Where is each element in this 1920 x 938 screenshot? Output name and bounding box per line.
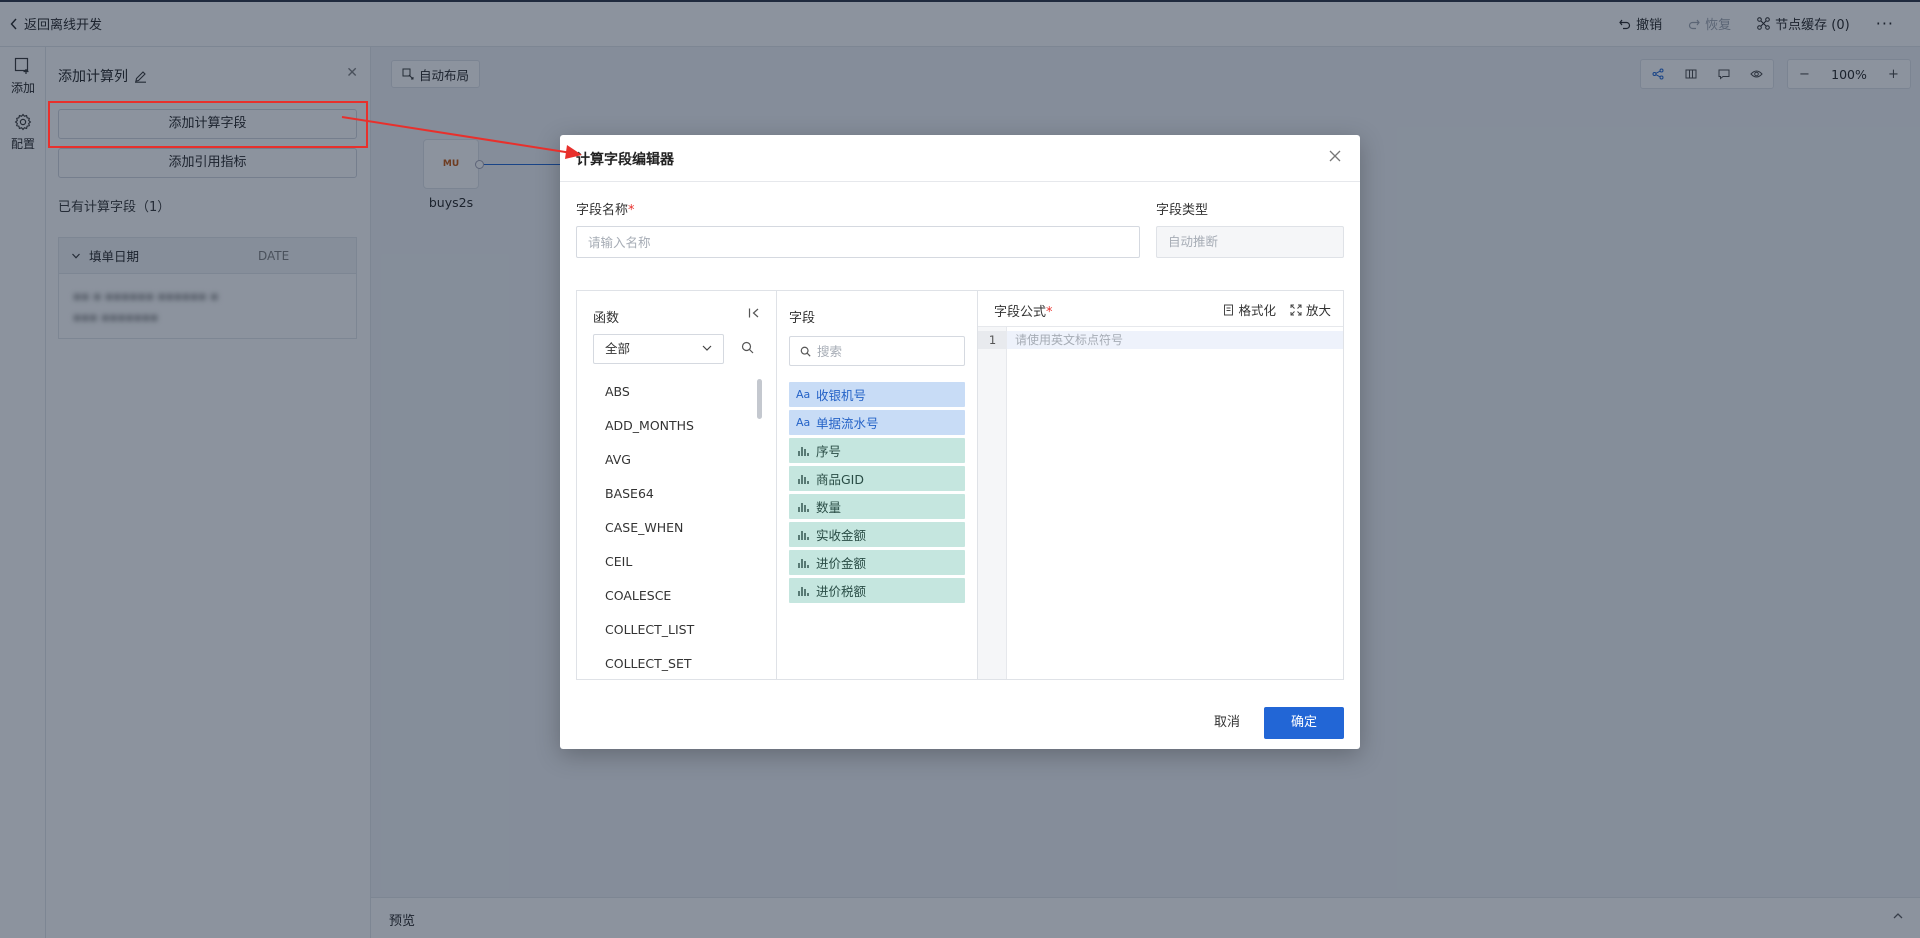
field-chip-label: 实收金额 bbox=[816, 528, 867, 543]
field-name-label: 字段名称* bbox=[576, 199, 635, 218]
text-type-icon: Aa bbox=[796, 388, 811, 401]
format-button[interactable]: 格式化 bbox=[1223, 300, 1276, 319]
field-name-label-text: 字段名称 bbox=[576, 203, 629, 218]
bar-chart-icon bbox=[798, 446, 809, 456]
field-chip-label: 收银机号 bbox=[816, 388, 867, 403]
functions-title: 函数 bbox=[593, 311, 620, 326]
calc-field-editor-dialog: 计算字段编辑器 字段名称* 字段类型 自动推断 函数 全部 ABS ADD_MO… bbox=[560, 135, 1360, 749]
field-chip[interactable]: Aa 单据流水号 bbox=[789, 410, 965, 435]
field-type-label: 字段类型 bbox=[1156, 203, 1209, 218]
bar-chart-icon bbox=[798, 586, 809, 596]
dialog-header: 计算字段编辑器 bbox=[560, 135, 1360, 182]
function-item[interactable]: BASE64 bbox=[593, 477, 753, 511]
formula-column: 字段公式* 格式化 放大 1 请使用英文标点符号 bbox=[978, 291, 1343, 679]
expand-icon bbox=[1290, 304, 1302, 315]
field-search[interactable] bbox=[789, 336, 965, 366]
function-item[interactable]: COLLECT_SET bbox=[593, 647, 753, 677]
ok-button[interactable]: 确定 bbox=[1264, 707, 1344, 739]
bar-chart-icon bbox=[798, 558, 809, 568]
fields-title: 字段 bbox=[789, 311, 816, 326]
close-icon[interactable] bbox=[1328, 149, 1342, 163]
field-chip[interactable]: 实收金额 bbox=[789, 522, 965, 547]
function-item[interactable]: AVG bbox=[593, 443, 753, 477]
field-chip-label: 数量 bbox=[816, 500, 842, 515]
chevron-down-icon bbox=[702, 345, 712, 351]
function-list: ABS ADD_MONTHS AVG BASE64 CASE_WHEN CEIL… bbox=[593, 375, 753, 677]
field-chip[interactable]: 进价金额 bbox=[789, 550, 965, 575]
collapse-left-icon[interactable] bbox=[748, 307, 760, 319]
formula-editor-placeholder[interactable]: 请使用英文标点符号 bbox=[1015, 331, 1123, 349]
field-chip[interactable]: 序号 bbox=[789, 438, 965, 463]
function-item[interactable]: CASE_WHEN bbox=[593, 511, 753, 545]
format-label: 格式化 bbox=[1238, 303, 1276, 318]
editor-gutter bbox=[978, 327, 1007, 679]
formula-title: 字段公式* bbox=[994, 301, 1053, 320]
function-item[interactable]: ADD_MONTHS bbox=[593, 409, 753, 443]
function-category-select[interactable]: 全部 bbox=[593, 334, 724, 364]
formula-title-text: 字段公式 bbox=[994, 305, 1047, 320]
field-chip-label: 序号 bbox=[816, 444, 842, 459]
field-chip[interactable]: 进价税额 bbox=[789, 578, 965, 603]
required-mark: * bbox=[628, 203, 635, 218]
field-list: Aa 收银机号 Aa 单据流水号 序号 商品GID 数量 实收金额 进价金额 进价税… bbox=[789, 382, 965, 606]
formula-tools: 格式化 放大 bbox=[1223, 300, 1331, 319]
expand-label: 放大 bbox=[1305, 303, 1331, 318]
editor-box: 函数 全部 ABS ADD_MONTHS AVG BASE64 CASE_WHE… bbox=[576, 290, 1344, 680]
field-chip[interactable]: 商品GID bbox=[789, 466, 965, 491]
required-mark: * bbox=[1046, 305, 1053, 320]
function-item[interactable]: COLLECT_LIST bbox=[593, 613, 753, 647]
function-item[interactable]: COALESCE bbox=[593, 579, 753, 613]
cancel-button[interactable]: 取消 bbox=[1195, 707, 1259, 739]
field-chip-label: 商品GID bbox=[816, 472, 864, 487]
expand-button[interactable]: 放大 bbox=[1290, 300, 1331, 319]
field-chip-label: 进价金额 bbox=[816, 556, 867, 571]
function-item[interactable]: CEIL bbox=[593, 545, 753, 579]
search-icon bbox=[800, 346, 811, 357]
field-chip[interactable]: Aa 收银机号 bbox=[789, 382, 965, 407]
document-icon bbox=[1224, 304, 1234, 315]
fields-column: 字段 Aa 收银机号 Aa 单据流水号 序号 商品GID 数量 实收金额 进价金额 … bbox=[777, 291, 978, 679]
bar-chart-icon bbox=[798, 530, 809, 540]
field-name-input[interactable] bbox=[576, 226, 1140, 258]
search-icon[interactable] bbox=[741, 341, 754, 354]
formula-header: 字段公式* 格式化 放大 bbox=[978, 291, 1343, 327]
function-item[interactable]: ABS bbox=[593, 375, 753, 409]
annotation-highlight-box bbox=[48, 101, 368, 148]
function-list-scrollbar[interactable] bbox=[757, 379, 762, 419]
field-chip-label: 单据流水号 bbox=[816, 416, 879, 431]
dialog-title: 计算字段编辑器 bbox=[576, 152, 674, 168]
field-chip-label: 进价税额 bbox=[816, 584, 867, 599]
line-number: 1 bbox=[978, 331, 1007, 349]
field-search-input[interactable] bbox=[817, 343, 947, 359]
field-chip[interactable]: 数量 bbox=[789, 494, 965, 519]
field-type-input: 自动推断 bbox=[1156, 226, 1344, 258]
function-category-value: 全部 bbox=[605, 341, 631, 356]
bar-chart-icon bbox=[798, 502, 809, 512]
text-type-icon: Aa bbox=[796, 416, 811, 429]
bar-chart-icon bbox=[798, 474, 809, 484]
functions-column: 函数 全部 ABS ADD_MONTHS AVG BASE64 CASE_WHE… bbox=[577, 291, 777, 679]
